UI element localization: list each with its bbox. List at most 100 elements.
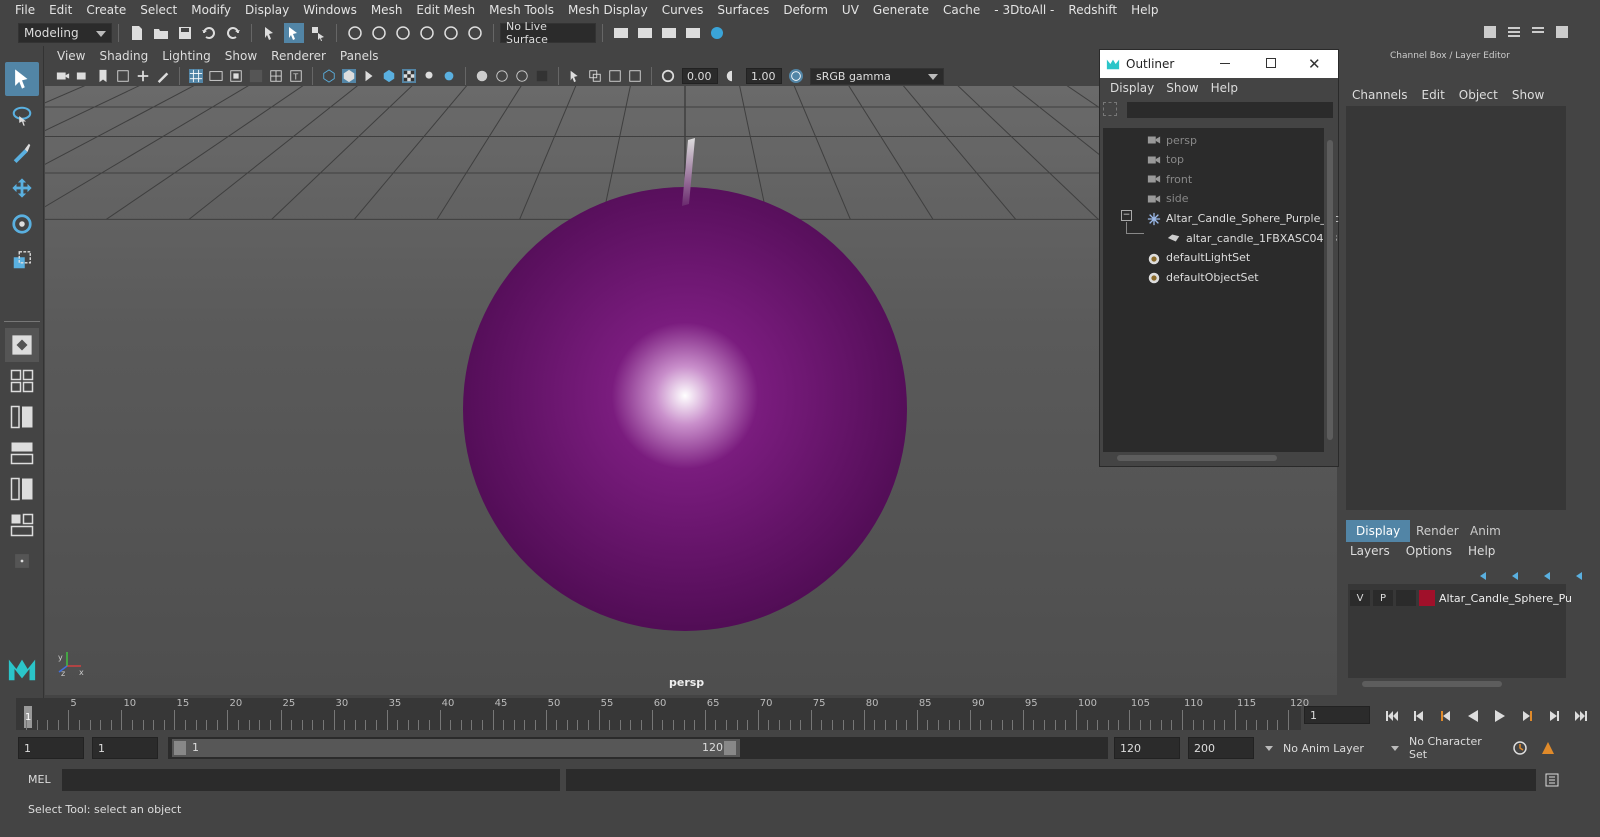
command-language-label[interactable]: MEL [28,773,51,786]
xray-components-icon[interactable] [628,69,642,83]
layer-visibility-toggle[interactable]: V [1350,590,1370,606]
minimize-icon[interactable] [1220,63,1230,64]
menu-windows[interactable]: Windows [296,3,364,17]
ipr-render-icon[interactable] [659,23,679,43]
candle-sphere[interactable] [463,187,907,631]
gamma-icon[interactable] [725,69,739,83]
range-end-thumb[interactable] [724,741,736,755]
step-back-icon[interactable] [1409,706,1429,726]
select-component-icon[interactable] [308,23,328,43]
menu-edit[interactable]: Edit [42,3,79,17]
viewport-menu-renderer[interactable]: Renderer [264,49,333,63]
outliner-item[interactable]: front [1147,169,1192,189]
outliner-layout-icon[interactable] [5,508,39,542]
image-plane-icon[interactable] [116,69,130,83]
outliner-vscrollbar[interactable] [1324,128,1336,453]
viewport-menu-lighting[interactable]: Lighting [155,49,218,63]
wireframe-on-shaded-icon[interactable] [362,69,376,83]
step-back-key-icon[interactable] [1436,706,1456,726]
step-forward-key-icon[interactable] [1517,706,1537,726]
lasso-tool-icon[interactable] [5,99,39,133]
anim-layer-dropdown[interactable]: No Anim Layer [1260,737,1396,759]
menu-surfaces[interactable]: Surfaces [710,3,776,17]
layer-hscrollbar[interactable] [1348,678,1566,690]
exposure-field[interactable]: 0.00 [682,68,718,84]
color-management-icon[interactable] [789,69,803,83]
live-surface-field[interactable]: No Live Surface [500,20,596,46]
isolate-select-icon[interactable] [568,69,582,83]
layer-playback-toggle[interactable]: P [1373,590,1393,606]
snap-grid-icon[interactable] [345,23,365,43]
play-backward-icon[interactable] [1463,706,1483,726]
outliner-menu-show[interactable]: Show [1160,81,1204,95]
render-frame-icon[interactable] [635,23,655,43]
safe-action-icon[interactable]: T [289,69,303,83]
viewport-menu-view[interactable]: View [50,49,92,63]
layer-color-swatch[interactable] [1419,590,1435,606]
four-pane-layout-icon[interactable] [5,364,39,398]
current-frame-field[interactable]: 1 [1304,706,1370,724]
render-settings-icon[interactable] [683,23,703,43]
menu-mesh-display[interactable]: Mesh Display [561,3,655,17]
play-forward-icon[interactable] [1490,706,1510,726]
move-tool-icon[interactable] [5,171,39,205]
wireframe-shading-icon[interactable] [322,69,336,83]
collapse-toggle-icon[interactable]: − [1121,210,1132,221]
layer-menu-layers[interactable]: Layers [1350,544,1390,558]
menu-mesh-tools[interactable]: Mesh Tools [482,3,561,17]
outliner-item[interactable]: altar_candle_1FBXASC0463 [1167,228,1338,248]
tool-settings-icon[interactable] [1528,22,1548,42]
menu-select[interactable]: Select [133,3,184,17]
playback-end-field[interactable]: 120 [1114,737,1180,759]
tab-anim[interactable]: Anim [1460,520,1511,542]
camera-select-icon[interactable] [56,69,70,83]
layout-options-icon[interactable] [5,544,39,578]
screen-space-ao-icon[interactable] [475,69,489,83]
menu-file[interactable]: File [8,3,42,17]
resolution-gate-icon[interactable] [229,69,243,83]
snap-point-icon[interactable] [393,23,413,43]
new-scene-icon[interactable] [127,23,147,43]
channel-box-menu-show[interactable]: Show [1512,88,1552,102]
camera-lock-icon[interactable] [76,69,90,83]
layer-row[interactable]: V P Altar_Candle_Sphere_Pu [1350,589,1572,607]
range-slider-handle[interactable] [172,739,740,757]
menu-cache[interactable]: Cache [936,3,987,17]
menu-redshift[interactable]: Redshift [1061,3,1124,17]
anti-aliasing-icon[interactable] [515,69,529,83]
menu-edit-mesh[interactable]: Edit Mesh [409,3,482,17]
snap-curve-icon[interactable] [369,23,389,43]
grid-toggle-icon[interactable] [189,69,203,83]
menu-uv[interactable]: UV [835,3,866,17]
modeling-toolkit-icon[interactable] [1480,22,1500,42]
channel-box-menu-object[interactable]: Object [1459,88,1506,102]
select-object-icon[interactable] [284,23,304,43]
command-input[interactable] [62,769,560,791]
motion-blur-icon[interactable] [495,69,509,83]
close-icon[interactable]: ✕ [1308,55,1321,73]
viewport-menu-panels[interactable]: Panels [333,49,386,63]
smooth-shading-icon[interactable] [342,69,356,83]
exposure-icon[interactable] [661,69,675,83]
menu-help[interactable]: Help [1124,3,1165,17]
viewport-menu-shading[interactable]: Shading [92,49,155,63]
auto-key-icon[interactable] [1510,738,1530,758]
render-view-icon[interactable] [611,23,631,43]
outliner-item[interactable]: persp [1147,130,1197,150]
step-forward-icon[interactable] [1544,706,1564,726]
redo-icon[interactable] [223,23,243,43]
film-gate-icon[interactable] [209,69,223,83]
new-layer-icon[interactable] [1540,566,1560,586]
select-hierarchy-icon[interactable] [260,23,280,43]
menu-create[interactable]: Create [79,3,133,17]
go-to-end-icon[interactable] [1571,706,1591,726]
time-slider[interactable]: 1 5 10 15 20 25 30 35 40 45 50 55 60 65 70 75 80 85 90 95 1… [16,698,1309,730]
layer-menu-help[interactable]: Help [1468,544,1495,558]
xray-icon[interactable] [588,69,602,83]
field-chart-icon[interactable] [269,69,283,83]
save-scene-icon[interactable] [175,23,195,43]
outliner-titlebar[interactable]: Outliner ✕ [1100,50,1338,78]
menu-curves[interactable]: Curves [655,3,711,17]
channel-box-menu-channels[interactable]: Channels [1352,88,1416,102]
range-slider-track[interactable]: 1 120 [168,737,1108,759]
